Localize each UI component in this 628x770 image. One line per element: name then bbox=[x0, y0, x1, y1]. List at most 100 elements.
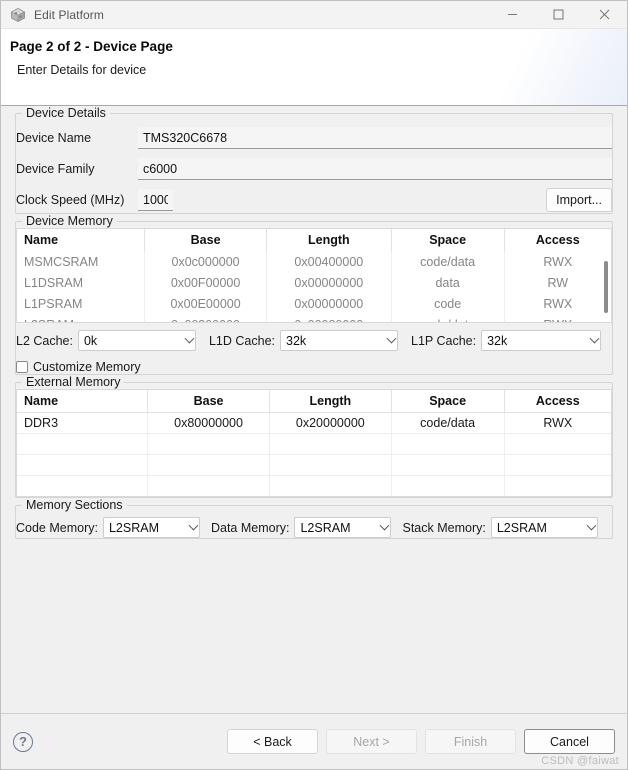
wizard-footer: ? < Back Next > Finish Cancel CSDN @faiw… bbox=[1, 713, 627, 769]
column-header-length[interactable]: Length bbox=[269, 390, 392, 413]
table-row[interactable] bbox=[17, 433, 611, 455]
cell-space: code/data bbox=[391, 314, 505, 322]
column-header-base[interactable]: Base bbox=[144, 229, 267, 251]
title-bar: Edit Platform bbox=[1, 1, 627, 29]
memory-sections-group: Memory Sections Code Memory: L2SRAM Data… bbox=[15, 498, 613, 539]
column-header-name[interactable]: Name bbox=[17, 229, 146, 251]
device-name-label: Device Name bbox=[16, 131, 92, 145]
cell-name bbox=[17, 475, 149, 496]
cell-space: code/data bbox=[391, 412, 505, 434]
column-header-space[interactable]: Space bbox=[391, 390, 505, 413]
device-name-row: Device Name bbox=[16, 125, 612, 151]
l2-cache-select[interactable]: 0k bbox=[77, 330, 196, 351]
scrollbar-thumb[interactable] bbox=[604, 261, 608, 313]
code-memory-value: L2SRAM bbox=[108, 520, 160, 535]
chevron-down-icon bbox=[386, 333, 397, 343]
l2-cache-value: 0k bbox=[83, 333, 98, 348]
table-row[interactable]: MSMCSRAM 0x0c000000 0x00400000 code/data… bbox=[17, 251, 611, 272]
cell-name: L2SRAM bbox=[17, 314, 146, 322]
stack-memory-value: L2SRAM bbox=[496, 520, 547, 535]
data-memory-select[interactable]: L2SRAM bbox=[294, 517, 392, 538]
device-details-legend: Device Details bbox=[26, 106, 106, 120]
cell-space: code/data bbox=[391, 251, 505, 272]
window-controls bbox=[489, 1, 627, 29]
minimize-icon[interactable] bbox=[489, 1, 535, 29]
back-button[interactable]: < Back bbox=[227, 729, 318, 754]
cell-base bbox=[147, 454, 270, 476]
edit-platform-window: Edit Platform Page 2 of 2 - Device Page … bbox=[0, 0, 628, 770]
chevron-down-icon bbox=[589, 333, 600, 343]
customize-memory-checkbox[interactable] bbox=[16, 361, 28, 373]
table-row[interactable]: L1PSRAM 0x00E00000 0x00000000 code RWX bbox=[17, 293, 611, 314]
wizard-body: Device Details Device Name Device Family… bbox=[1, 106, 627, 713]
watermark: CSDN @faiwat bbox=[541, 755, 619, 767]
cube-icon bbox=[10, 7, 26, 23]
cell-base bbox=[147, 475, 270, 496]
clock-speed-row: Clock Speed (MHz) Import... bbox=[16, 187, 612, 213]
cell-name: MSMCSRAM bbox=[17, 251, 146, 272]
external-memory-table-wrap: Name Base Length Space Access DDR3 0x800… bbox=[16, 389, 612, 497]
table-row[interactable] bbox=[17, 454, 611, 476]
cell-length bbox=[269, 475, 392, 496]
device-name-input[interactable] bbox=[138, 127, 612, 149]
l1p-cache-select[interactable]: 32k bbox=[481, 330, 602, 351]
stack-memory-select[interactable]: L2SRAM bbox=[490, 517, 598, 538]
wizard-buttons: < Back Next > Finish Cancel bbox=[227, 729, 615, 754]
device-family-label: Device Family bbox=[16, 162, 95, 176]
column-header-length[interactable]: Length bbox=[266, 229, 392, 251]
clock-speed-label: Clock Speed (MHz) bbox=[16, 193, 125, 207]
cell-access bbox=[504, 475, 611, 496]
header-decoration-inner bbox=[482, 29, 627, 105]
cell-length: 0x20000000 bbox=[269, 412, 392, 434]
l1d-cache-select[interactable]: 32k bbox=[280, 330, 398, 351]
column-header-access[interactable]: Access bbox=[504, 390, 611, 413]
maximize-icon[interactable] bbox=[535, 1, 581, 29]
cell-access: RWX bbox=[543, 254, 573, 269]
table-row[interactable]: DDR3 0x80000000 0x20000000 code/data RWX bbox=[17, 412, 611, 434]
memory-sections-row: Code Memory: L2SRAM Data Memory: L2SRAM … bbox=[16, 517, 612, 538]
device-memory-scrollbar[interactable] bbox=[603, 253, 609, 317]
cell-name: L1PSRAM bbox=[17, 293, 146, 314]
cell-base: 0x80000000 bbox=[147, 412, 270, 434]
customize-memory-label[interactable]: Customize Memory bbox=[33, 360, 141, 374]
cell-base: 0x00F00000 bbox=[144, 272, 267, 293]
cancel-button[interactable]: Cancel bbox=[524, 729, 615, 754]
customize-memory-row: Customize Memory bbox=[16, 360, 612, 374]
cell-length bbox=[269, 454, 392, 476]
chevron-down-icon bbox=[184, 333, 195, 343]
cell-length: 0x00000000 bbox=[266, 272, 392, 293]
column-header-base[interactable]: Base bbox=[147, 390, 270, 413]
table-row[interactable] bbox=[17, 475, 611, 496]
device-family-input[interactable] bbox=[138, 158, 612, 180]
cell-access: RWX bbox=[543, 296, 573, 311]
stack-memory-label: Stack Memory: bbox=[402, 520, 486, 535]
help-icon[interactable]: ? bbox=[13, 731, 33, 752]
chevron-down-icon bbox=[188, 520, 199, 530]
column-header-access[interactable]: Access bbox=[504, 229, 611, 251]
l1p-cache-label: L1P Cache: bbox=[411, 333, 477, 348]
device-memory-group: Device Memory Name Base Length Space Acc… bbox=[15, 214, 613, 375]
cell-name bbox=[17, 454, 149, 476]
column-header-name[interactable]: Name bbox=[17, 390, 149, 413]
table-row[interactable]: L1DSRAM 0x00F00000 0x00000000 data RW bbox=[17, 272, 611, 293]
table-row[interactable]: L2SRAM 0x00800000 0x00080000 code/data R… bbox=[17, 314, 611, 322]
cell-access: RW bbox=[547, 275, 569, 290]
cell-space bbox=[391, 475, 505, 496]
cell-base: 0x00E00000 bbox=[144, 293, 267, 314]
close-icon[interactable] bbox=[581, 1, 627, 29]
l1d-cache-value: 32k bbox=[286, 333, 307, 348]
chevron-down-icon bbox=[586, 520, 597, 530]
import-button[interactable]: Import... bbox=[546, 188, 612, 212]
clock-speed-input[interactable] bbox=[138, 189, 173, 211]
column-header-space[interactable]: Space bbox=[391, 229, 505, 251]
cell-name bbox=[17, 433, 149, 455]
code-memory-select[interactable]: L2SRAM bbox=[102, 517, 200, 538]
data-memory-label: Data Memory: bbox=[210, 520, 290, 535]
device-memory-table: Name Base Length Space Access MSMCSRAM 0… bbox=[17, 229, 611, 322]
cell-base: 0x0c000000 bbox=[144, 251, 267, 272]
window-title: Edit Platform bbox=[34, 7, 104, 22]
chevron-down-icon bbox=[380, 520, 390, 530]
device-memory-legend: Device Memory bbox=[26, 214, 113, 228]
device-memory-scroll-area[interactable]: Name Base Length Space Access MSMCSRAM 0… bbox=[17, 229, 611, 322]
cell-length: 0x00080000 bbox=[266, 314, 392, 322]
